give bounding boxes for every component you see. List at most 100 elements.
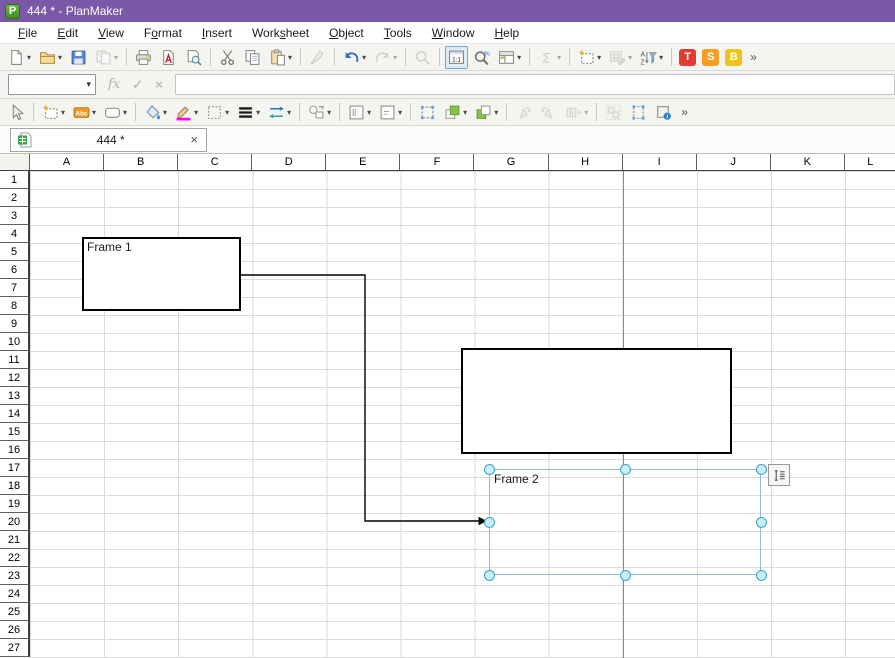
row-header-21[interactable]: 21 (0, 531, 30, 549)
insert-function-button[interactable]: fx (108, 77, 120, 92)
row-header-2[interactable]: 2 (0, 189, 30, 207)
basicmaker-launch-button[interactable]: B (725, 49, 742, 66)
frame1-object[interactable]: Frame 1 (82, 237, 241, 311)
autoshape-button[interactable]: ▾ (305, 101, 334, 124)
dropdown-caret-icon[interactable]: ▾ (27, 53, 31, 62)
border-style-button[interactable]: ▾ (203, 101, 232, 124)
row-header-17[interactable]: 17 (0, 459, 30, 477)
menu-item-edit[interactable]: Edit (47, 23, 88, 43)
row-header-18[interactable]: 18 (0, 477, 30, 495)
menu-item-worksheet[interactable]: Worksheet (242, 23, 319, 43)
selection-handle-middle-left[interactable] (484, 517, 495, 528)
dropdown-caret-icon[interactable]: ▾ (92, 108, 96, 117)
menu-item-insert[interactable]: Insert (192, 23, 242, 43)
column-header-e[interactable]: E (326, 154, 400, 171)
row-header-20[interactable]: 20 (0, 513, 30, 531)
shape-button[interactable]: ▾ (101, 101, 130, 124)
row-header-1[interactable]: 1 (0, 171, 30, 189)
dropdown-caret-icon[interactable]: ▾ (367, 108, 371, 117)
selection-handle-bottom-right[interactable] (756, 570, 767, 581)
selection-handle-bottom-left[interactable] (484, 570, 495, 581)
row-header-26[interactable]: 26 (0, 621, 30, 639)
column-header-d[interactable]: D (252, 154, 326, 171)
selection-handle-top-middle[interactable] (620, 464, 631, 475)
toolbar-overflow-button[interactable]: » (681, 105, 689, 119)
column-header-k[interactable]: K (771, 154, 845, 171)
insert-frame-button[interactable]: ▾ (575, 46, 604, 69)
text-frame-button[interactable]: ▾ (70, 101, 99, 124)
column-header-g[interactable]: G (474, 154, 548, 171)
copy-button[interactable] (241, 46, 264, 69)
menu-item-object[interactable]: Object (319, 23, 374, 43)
dropdown-caret-icon[interactable]: ▾ (398, 108, 402, 117)
print-button[interactable] (132, 46, 155, 69)
textmaker-launch-button[interactable]: T (679, 49, 696, 66)
dropdown-caret-icon[interactable]: ▾ (327, 108, 331, 117)
row-header-6[interactable]: 6 (0, 261, 30, 279)
save-button[interactable] (67, 46, 90, 69)
object-properties-button[interactable] (652, 101, 675, 124)
presentations-launch-button[interactable]: S (702, 49, 719, 66)
toolbar-overflow-button[interactable]: » (750, 50, 758, 64)
row-header-3[interactable]: 3 (0, 207, 30, 225)
selection-handle-top-right[interactable] (756, 464, 767, 475)
formula-input[interactable] (175, 74, 895, 95)
column-header-l[interactable]: L (845, 154, 895, 171)
frame-outline-button[interactable] (627, 101, 650, 124)
dropdown-caret-icon[interactable]: ▾ (256, 108, 260, 117)
print-preview-button[interactable] (182, 46, 205, 69)
selection-handle-bottom-middle[interactable] (620, 570, 631, 581)
selection-frame-button[interactable] (416, 101, 439, 124)
text-options-button[interactable]: ▾ (345, 101, 374, 124)
column-header-h[interactable]: H (549, 154, 623, 171)
dropdown-caret-icon[interactable]: ▾ (61, 108, 65, 117)
menu-item-file[interactable]: File (8, 23, 47, 43)
dropdown-caret-icon[interactable]: ▾ (114, 53, 118, 62)
column-header-f[interactable]: F (400, 154, 474, 171)
dropdown-caret-icon[interactable]: ▾ (557, 53, 561, 62)
send-to-back-button[interactable]: ▾ (472, 101, 501, 124)
row-header-24[interactable]: 24 (0, 585, 30, 603)
connector-style-button[interactable]: ▾ (265, 101, 294, 124)
menu-item-format[interactable]: Format (134, 23, 192, 43)
row-header-25[interactable]: 25 (0, 603, 30, 621)
row-header-12[interactable]: 12 (0, 369, 30, 387)
dropdown-caret-icon[interactable]: ▾ (225, 108, 229, 117)
search-button[interactable] (411, 46, 434, 69)
selection-handle-middle-right[interactable] (756, 517, 767, 528)
format-as-table-button[interactable]: ▾ (606, 46, 635, 69)
dropdown-caret-icon[interactable]: ▾ (288, 53, 292, 62)
row-header-4[interactable]: 4 (0, 225, 30, 243)
row-header-5[interactable]: 5 (0, 243, 30, 261)
row-header-13[interactable]: 13 (0, 387, 30, 405)
frame2-object-selected[interactable]: Frame 2 (489, 469, 761, 575)
column-header-a[interactable]: A (30, 154, 104, 171)
dropdown-caret-icon[interactable]: ▾ (517, 53, 521, 62)
undo-button[interactable]: ▾ (340, 46, 369, 69)
column-header-b[interactable]: B (104, 154, 178, 171)
select-all-corner[interactable] (0, 154, 30, 171)
row-header-9[interactable]: 9 (0, 315, 30, 333)
dropdown-caret-icon[interactable]: ▾ (123, 108, 127, 117)
row-header-7[interactable]: 7 (0, 279, 30, 297)
export-pdf-button[interactable] (157, 46, 180, 69)
dropdown-caret-icon[interactable]: ▾ (628, 53, 632, 62)
redo-button[interactable]: ▾ (371, 46, 400, 69)
dropdown-caret-icon[interactable]: ▾ (584, 108, 588, 117)
menu-item-window[interactable]: Window (422, 23, 485, 43)
line-color-button[interactable]: ▾ (172, 101, 201, 124)
text-alignment-button[interactable]: ▾ (376, 101, 405, 124)
dropdown-caret-icon[interactable]: ▾ (597, 53, 601, 62)
cancel-entry-button[interactable]: × (155, 77, 163, 92)
group-objects-button[interactable] (602, 101, 625, 124)
row-header-11[interactable]: 11 (0, 351, 30, 369)
menu-item-view[interactable]: View (88, 23, 134, 43)
close-tab-icon[interactable]: × (188, 132, 200, 147)
freeze-panes-button[interactable]: ▾ (495, 46, 524, 69)
select-pointer-button[interactable] (5, 101, 28, 124)
fill-color-button[interactable]: ▾ (141, 101, 170, 124)
dropdown-caret-icon[interactable]: ▾ (163, 108, 167, 117)
insert-frame-button[interactable]: ▾ (39, 101, 68, 124)
zoom-button[interactable] (470, 46, 493, 69)
menu-item-tools[interactable]: Tools (374, 23, 422, 43)
